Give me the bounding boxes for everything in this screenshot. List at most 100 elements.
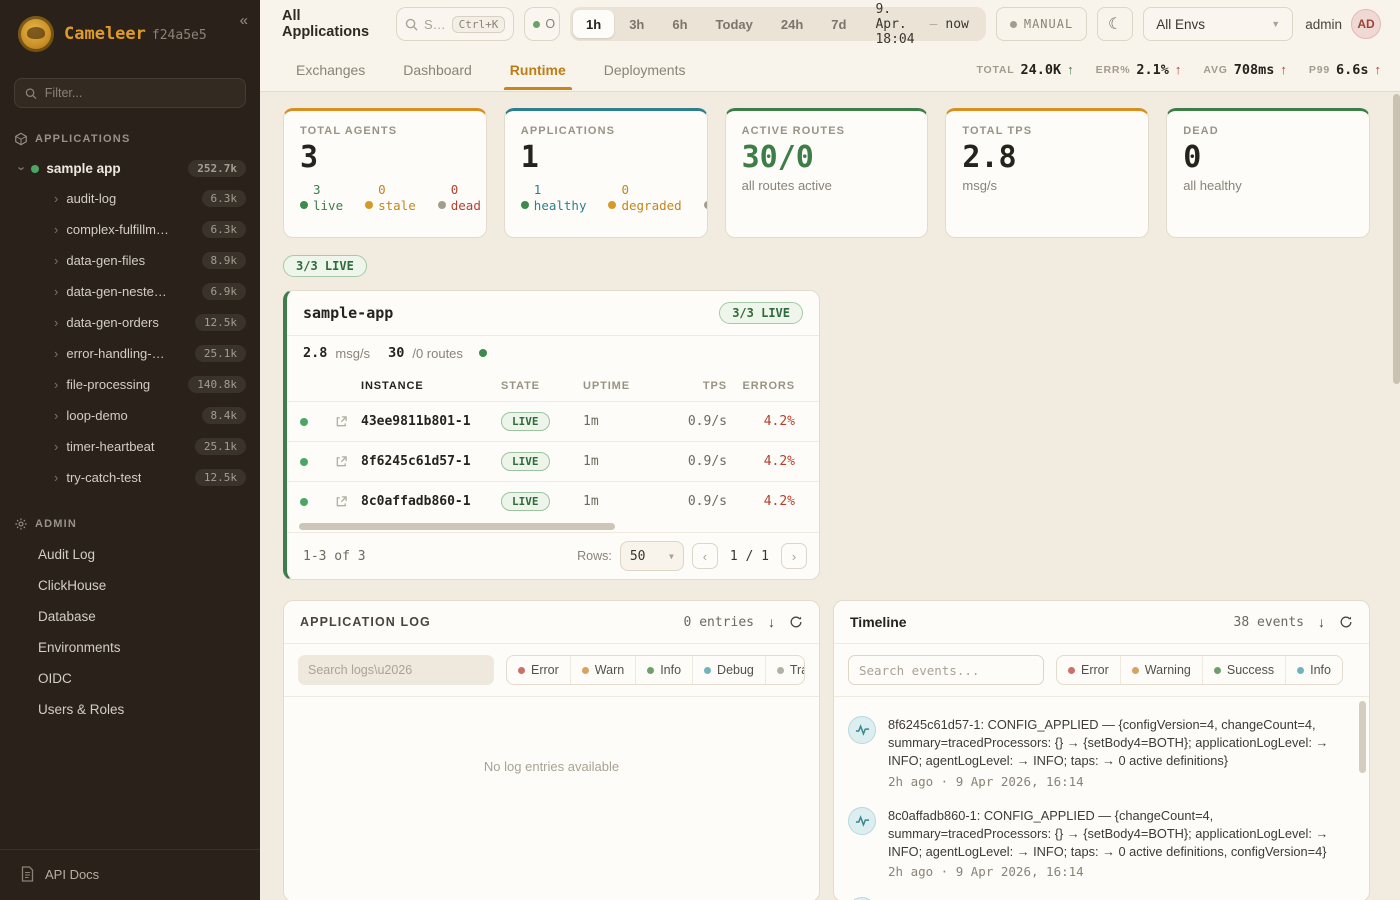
debug-dot (704, 667, 711, 674)
tab-dashboard[interactable]: Dashboard (403, 62, 472, 90)
manual-mode-button[interactable]: MANUAL (996, 7, 1087, 41)
warning-dot (1132, 667, 1139, 674)
chevron-right-icon: › (54, 285, 58, 298)
timeline-scrollbar[interactable] (1359, 701, 1366, 773)
up-arrow-icon: ↑ (1280, 62, 1287, 77)
next-page-button[interactable]: › (781, 543, 807, 569)
refresh-icon[interactable] (789, 615, 803, 629)
state-badge: LIVE (501, 452, 550, 471)
pagination-range: 1-3 of 3 (303, 549, 366, 564)
sidebar-item-clickhouse[interactable]: ClickHouse (0, 570, 260, 601)
instance-row[interactable]: 8c0affadb860-1 LIVE 1m 0.9/s 4.2% 1 (287, 481, 819, 521)
sidebar-item-error-handling[interactable]: ›error-handling-…25.1k (0, 338, 260, 369)
filter-trace[interactable]: Trace (765, 656, 805, 684)
sidebar-item-database[interactable]: Database (0, 601, 260, 632)
sidebar-filter-field[interactable] (45, 86, 235, 100)
sidebar-filter-input[interactable] (14, 78, 246, 108)
instance-status-dot (300, 498, 308, 506)
filter-info[interactable]: Info (1285, 656, 1342, 684)
external-link-icon[interactable] (321, 415, 361, 428)
log-search-input[interactable] (298, 655, 494, 685)
timeline-search-input[interactable] (848, 655, 1044, 685)
filter-debug[interactable]: Debug (692, 656, 765, 684)
degraded-dot (608, 201, 616, 209)
sidebar-item-data-gen-files[interactable]: ›data-gen-files8.9k (0, 245, 260, 276)
timeline-event[interactable]: 8f6245c61d57-1: CONFIG_APPLIED — {config… (848, 707, 1349, 798)
external-link-icon[interactable] (321, 455, 361, 468)
sidebar-item-environments[interactable]: Environments (0, 632, 260, 663)
search-icon (25, 87, 37, 100)
download-icon[interactable]: ↓ (1318, 614, 1325, 630)
sidebar-item-sample-app[interactable]: › sample app 252.7k (0, 154, 260, 183)
tab-deployments[interactable]: Deployments (604, 62, 686, 90)
count-badge: 12.5k (195, 314, 246, 331)
sidebar-item-data-gen-neste[interactable]: ›data-gen-neste…6.9k (0, 276, 260, 307)
sidebar-item-file-processing[interactable]: ›file-processing140.8k (0, 369, 260, 400)
applications-section-header: APPLICATIONS (0, 114, 260, 154)
chevron-right-icon: › (54, 316, 58, 329)
page-indicator: 1 / 1 (726, 549, 773, 564)
range-3h-button[interactable]: 3h (616, 10, 657, 38)
filter-warning[interactable]: Warning (1120, 656, 1202, 684)
state-badge: LIVE (501, 492, 550, 511)
pulse-icon (848, 807, 876, 835)
timeline-filters: Error Warning Success Info (1056, 655, 1343, 685)
stat-err: ERR%2.1%↑ (1096, 62, 1182, 78)
count-badge: 8.4k (202, 407, 247, 424)
time-range-display[interactable]: 9. Apr. 18:04 — now (861, 2, 982, 47)
online-status-pill[interactable]: O (524, 7, 560, 41)
range-7d-button[interactable]: 7d (818, 10, 859, 38)
instance-id: 8c0affadb860-1 (361, 494, 501, 509)
cube-icon (14, 132, 28, 146)
sidebar-item-try-catch-test[interactable]: ›try-catch-test12.5k (0, 462, 260, 493)
range-6h-button[interactable]: 6h (659, 10, 700, 38)
api-docs-link[interactable]: API Docs (0, 849, 260, 900)
filter-error[interactable]: Error (1057, 656, 1120, 684)
external-link-icon[interactable] (321, 495, 361, 508)
timeline-event[interactable]: 43ee9811b801-1: CONFIG_APPLIED — {change… (848, 888, 1349, 900)
instance-row[interactable]: 8f6245c61d57-1 LIVE 1m 0.9/s 4.2% 1 (287, 441, 819, 481)
up-arrow-icon: ↑ (1175, 62, 1182, 77)
rows-per-page-select[interactable]: 50 ▼ (620, 541, 684, 571)
sidebar-item-users-roles[interactable]: Users & Roles (0, 694, 260, 725)
chevron-right-icon: › (54, 378, 58, 391)
range-24h-button[interactable]: 24h (768, 10, 816, 38)
stat-p99: P996.6s↑ (1309, 62, 1381, 78)
sidebar-item-loop-demo[interactable]: ›loop-demo8.4k (0, 400, 260, 431)
avatar[interactable]: AD (1351, 9, 1381, 39)
sidebar: Cameleerf24a5e5 « APPLICATIONS › sample … (0, 0, 260, 900)
filter-error[interactable]: Error (507, 656, 570, 684)
range-1h-button[interactable]: 1h (573, 10, 614, 38)
environment-select[interactable]: All Envs ▼ (1143, 7, 1293, 41)
tab-exchanges[interactable]: Exchanges (296, 62, 365, 90)
prev-page-button[interactable]: ‹ (692, 543, 718, 569)
timeline-event[interactable]: 8c0affadb860-1: CONFIG_APPLIED — {change… (848, 798, 1349, 889)
global-search-input[interactable]: S… Ctrl+K (396, 7, 514, 41)
filter-success[interactable]: Success (1202, 656, 1285, 684)
refresh-icon[interactable] (1339, 615, 1353, 629)
stale-dot (365, 201, 373, 209)
application-log-panel: APPLICATION LOG 0 entries ↓ Error Warn I… (283, 600, 820, 900)
sidebar-item-oidc[interactable]: OIDC (0, 663, 260, 694)
tab-runtime[interactable]: Runtime (510, 62, 566, 90)
range-from: 9. Apr. 18:04 (875, 2, 921, 47)
stat-avg: AVG708ms↑ (1203, 62, 1287, 78)
instance-row[interactable]: 43ee9811b801-1 LIVE 1m 0.9/s 4.2% 1 (287, 401, 819, 441)
sidebar-item-complex-fulfillm[interactable]: ›complex-fulfillm…6.3k (0, 214, 260, 245)
filter-warn[interactable]: Warn (570, 656, 635, 684)
sidebar-collapse-icon[interactable]: « (240, 12, 248, 29)
sidebar-item-audit-log[interactable]: ›audit-log6.3k (0, 183, 260, 214)
sidebar-item-audit-log-admin[interactable]: Audit Log (0, 539, 260, 570)
filter-info[interactable]: Info (635, 656, 692, 684)
app-name[interactable]: sample-app (303, 304, 393, 322)
gear-icon (14, 517, 28, 531)
sidebar-item-data-gen-orders[interactable]: ›data-gen-orders12.5k (0, 307, 260, 338)
range-today-button[interactable]: Today (703, 10, 766, 38)
count-badge: 8.9k (202, 252, 247, 269)
dark-mode-toggle[interactable]: ☾ (1097, 7, 1133, 41)
sidebar-item-timer-heartbeat[interactable]: ›timer-heartbeat25.1k (0, 431, 260, 462)
healthy-dot (521, 201, 529, 209)
page-scrollbar[interactable] (1393, 94, 1400, 384)
download-icon[interactable]: ↓ (768, 614, 775, 630)
horizontal-scrollbar[interactable] (299, 523, 809, 530)
